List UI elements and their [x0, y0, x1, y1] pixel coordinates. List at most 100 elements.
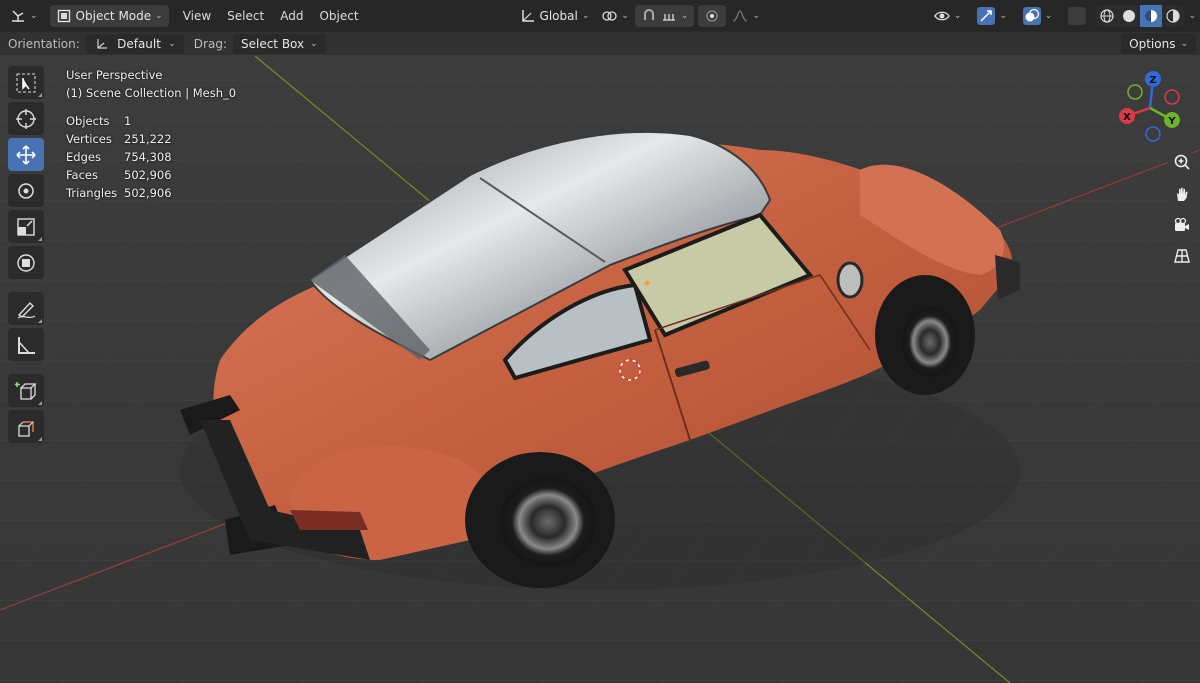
annotate-icon — [17, 301, 36, 319]
rendered-shading-button[interactable] — [1162, 5, 1184, 27]
chevron-down-icon: ⌄ — [581, 11, 590, 21]
pivot-dropdown[interactable]: ⌄ — [595, 5, 635, 27]
drag-field-label: Drag: — [193, 36, 227, 51]
gizmo-neg-y-handle — [1127, 84, 1143, 100]
pivot-icon — [601, 8, 618, 24]
add-cube-icon — [15, 381, 37, 400]
stat-row: Faces 502,906 — [66, 166, 236, 184]
orientation-dropdown[interactable]: Default ⌄ — [85, 33, 184, 54]
extrude-tool[interactable] — [8, 410, 44, 443]
scale-icon — [17, 217, 35, 236]
falloff-dropdown[interactable]: ⌄ — [726, 5, 766, 27]
extrude-icon — [18, 420, 34, 437]
camera-icon — [1174, 217, 1189, 231]
snap-icon — [641, 8, 657, 24]
collection-label: (1) Scene Collection | Mesh_0 — [66, 86, 237, 100]
orientation-field-label: Orientation: — [8, 36, 80, 51]
scene-statistics: Objects 1 Vertices 251,222 Edges 754,308 Fa… — [66, 112, 236, 202]
orientation-label: Global — [539, 9, 578, 23]
scale-tool[interactable] — [8, 210, 44, 243]
shading-options-chevron[interactable]: ⌄ — [1188, 11, 1196, 21]
proportional-edit-icon — [704, 8, 720, 24]
overlay-icon — [1022, 7, 1041, 25]
move-tool[interactable] — [8, 138, 44, 171]
annotate-tool[interactable] — [8, 292, 44, 325]
stat-value: 502,906 — [124, 168, 172, 182]
gizmo-x-label: X — [1123, 112, 1131, 123]
xray-toggle[interactable] — [1062, 5, 1092, 27]
gizmo-icon — [977, 7, 996, 25]
snap-increment-icon — [661, 8, 677, 24]
stat-label: Vertices — [66, 132, 112, 146]
object-mode-icon — [56, 8, 72, 24]
xray-icon — [1068, 7, 1087, 25]
chevron-down-icon: ⌄ — [168, 38, 176, 49]
projection-toggle-button[interactable] — [1168, 242, 1196, 270]
select-box-tool[interactable] — [8, 66, 44, 99]
mode-label: Object Mode — [75, 9, 152, 23]
hand-icon — [1177, 187, 1188, 201]
chevron-down-icon: ⌄ — [999, 11, 1007, 21]
chevron-down-icon: ⌄ — [680, 11, 689, 21]
pan-button[interactable] — [1168, 180, 1196, 208]
add-cube-tool[interactable] — [8, 374, 44, 407]
chevron-down-icon: ⌄ — [1044, 11, 1053, 21]
stat-label: Triangles — [66, 186, 118, 200]
orientation-axes-icon — [94, 36, 110, 52]
menu-add[interactable]: Add — [272, 5, 311, 27]
shading-mode-group — [1096, 5, 1185, 27]
proportional-edit-toggle[interactable] — [698, 5, 727, 27]
visibility-dropdown[interactable]: ⌄ — [928, 5, 968, 27]
material-preview-shading-button[interactable] — [1140, 5, 1163, 27]
chevron-down-icon: ⌄ — [621, 11, 629, 21]
viewport-header: ⌄ Object Mode ⌄ View Select Add Object G… — [0, 0, 1200, 32]
transform-icon — [17, 253, 35, 272]
navigation-gizmo[interactable]: Z Y X — [1110, 68, 1190, 148]
wireframe-shading-button[interactable] — [1096, 5, 1118, 27]
view-perspective-label: User Perspective — [66, 68, 163, 82]
solid-icon — [1123, 10, 1136, 22]
cursor-tool[interactable] — [8, 102, 44, 135]
overlay-toggle[interactable]: ⌄ — [1017, 5, 1059, 27]
chevron-down-icon: ⌄ — [310, 38, 318, 49]
stat-value: 1 — [124, 114, 132, 128]
stat-value: 754,308 — [124, 150, 172, 164]
zoom-button[interactable] — [1168, 148, 1196, 176]
view3d-icon — [10, 8, 26, 24]
transform-tool[interactable] — [8, 246, 44, 279]
stat-row: Edges 754,308 — [66, 148, 236, 166]
menu-object[interactable]: Object — [311, 5, 366, 27]
solid-shading-button[interactable] — [1118, 5, 1140, 27]
stat-label: Objects — [66, 114, 110, 128]
gizmo-neg-x-handle — [1164, 89, 1180, 105]
orientation-value: Default — [117, 36, 161, 51]
drag-value: Select Box — [240, 36, 305, 51]
falloff-icon — [732, 8, 748, 24]
menu-view[interactable]: View — [175, 5, 219, 27]
stat-label: Edges — [66, 150, 101, 164]
rotate-tool[interactable] — [8, 174, 44, 207]
measure-tool[interactable] — [8, 328, 44, 361]
zoom-icon — [1174, 154, 1190, 170]
menu-select[interactable]: Select — [219, 5, 272, 27]
gizmo-z-label: Z — [1149, 75, 1156, 86]
chevron-down-icon: ⌄ — [752, 11, 760, 21]
material-preview-icon — [1145, 10, 1158, 22]
tool-shelf — [8, 66, 46, 446]
snap-toggle[interactable]: ⌄ — [634, 5, 695, 27]
camera-view-button[interactable] — [1168, 211, 1196, 239]
stat-value: 251,222 — [124, 132, 172, 146]
mode-dropdown[interactable]: Object Mode ⌄ — [49, 5, 169, 27]
gizmo-toggle[interactable]: ⌄ — [971, 5, 1013, 27]
editor-type-button[interactable]: ⌄ — [4, 5, 44, 27]
chevron-down-icon: ⌄ — [30, 11, 38, 21]
gizmo-y-label: Y — [1167, 116, 1176, 127]
rotate-icon — [18, 182, 34, 199]
select-box-icon — [16, 73, 36, 92]
stat-row: Objects 1 — [66, 112, 236, 130]
transform-orientation-dropdown[interactable]: Global ⌄ — [514, 5, 596, 27]
drag-dropdown[interactable]: Select Box ⌄ — [232, 33, 326, 54]
chevron-down-icon: ⌄ — [953, 11, 962, 21]
grid-icon — [1174, 249, 1190, 263]
options-button[interactable]: Options ⌄ — [1121, 33, 1196, 54]
